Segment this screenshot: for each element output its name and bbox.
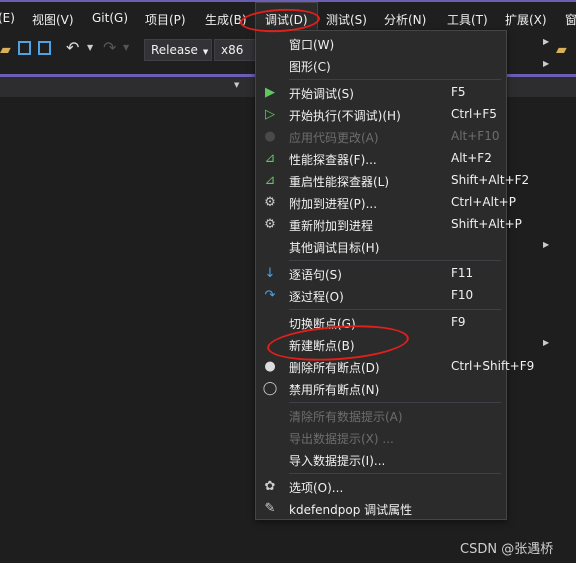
step-into-icon: ↓ bbox=[264, 266, 276, 281]
performance-icon: ⊿ bbox=[264, 151, 276, 166]
menu-item-label: 导入数据提示(I)... bbox=[289, 454, 386, 468]
menu-item-shortcut: Ctrl+Alt+P bbox=[451, 195, 516, 209]
menu-item[interactable]: ⊿ 重启性能探查器(L) Shift+Alt+F2 bbox=[256, 170, 530, 192]
menu-item: 导出数据提示(X) ... bbox=[256, 427, 506, 449]
menu-10[interactable]: 窗 bbox=[565, 11, 576, 28]
redo-dropdown-icon[interactable]: ▼ bbox=[123, 43, 129, 52]
gears-icon: ⚙ bbox=[264, 217, 276, 232]
menu-1[interactable]: 视图(V) bbox=[32, 11, 74, 28]
disable-breakpoints-icon: ◯ bbox=[262, 381, 278, 396]
submenu-arrow-icon: ▶ bbox=[543, 240, 550, 249]
menu-separator bbox=[289, 402, 501, 403]
step-over-icon: ↷ bbox=[264, 288, 276, 303]
menu-item[interactable]: ↓ 逐语句(S) F11 bbox=[256, 263, 506, 285]
menu-item: ● 应用代码更改(A) Alt+F10 bbox=[256, 126, 506, 148]
watermark: CSDN @张遇桥 bbox=[460, 542, 554, 557]
menu-item-shortcut: F10 bbox=[451, 288, 474, 302]
submenu-arrow-icon: ▶ bbox=[543, 37, 550, 46]
find-folder-icon[interactable]: ▰ bbox=[556, 42, 567, 58]
menu-item[interactable]: 图形(C) ▶ bbox=[256, 55, 549, 77]
menu-item[interactable]: 窗口(W) ▶ bbox=[256, 33, 549, 55]
chevron-down-icon[interactable]: ▼ bbox=[234, 81, 239, 89]
menu-item: 清除所有数据提示(A) bbox=[256, 405, 506, 427]
menu-item-shortcut: Shift+Alt+P bbox=[451, 217, 522, 231]
menu-item-label: 导出数据提示(X) ... bbox=[289, 432, 394, 446]
menu-item-label: 逐语句(S) bbox=[289, 268, 342, 282]
menu-item[interactable]: ⚙ 重新附加到进程 Shift+Alt+P bbox=[256, 214, 522, 236]
menu-separator bbox=[289, 260, 501, 261]
menu-item[interactable]: ✿ 选项(O)... bbox=[256, 476, 506, 498]
menu-item-shortcut: F9 bbox=[451, 315, 466, 329]
redo-icon[interactable]: ↷ bbox=[103, 38, 116, 57]
menu-item-label: 删除所有断点(D) bbox=[289, 361, 380, 375]
menu-item-label: 开始执行(不调试)(H) bbox=[289, 109, 401, 123]
menu-item-label: 重新附加到进程 bbox=[289, 219, 374, 233]
menu-item-label: 应用代码更改(A) bbox=[289, 131, 379, 145]
menu-item[interactable]: ↷ 逐过程(O) F10 bbox=[256, 285, 506, 307]
open-icon[interactable]: ▰ bbox=[0, 42, 11, 58]
submenu-arrow-icon: ▶ bbox=[543, 59, 550, 68]
menu-separator bbox=[289, 473, 501, 474]
menu-item-label: 开始调试(S) bbox=[289, 87, 354, 101]
menu-0[interactable]: (E) bbox=[0, 11, 15, 25]
menu-6[interactable]: 测试(S) bbox=[326, 11, 367, 28]
play-icon: ▶ bbox=[265, 85, 275, 100]
save-all-icon[interactable] bbox=[38, 41, 51, 55]
menu-2[interactable]: Git(G) bbox=[92, 11, 128, 25]
menu-3[interactable]: 项目(P) bbox=[145, 11, 186, 28]
menu-item-shortcut: Alt+F2 bbox=[451, 151, 492, 165]
menu-9[interactable]: 扩展(X) bbox=[505, 11, 547, 28]
menu-item[interactable]: 导入数据提示(I)... bbox=[256, 449, 506, 471]
menu-separator bbox=[289, 309, 501, 310]
wrench-icon: ✎ bbox=[264, 501, 276, 516]
undo-icon[interactable]: ↶ bbox=[66, 38, 79, 57]
menu-item-label: 重启性能探查器(L) bbox=[289, 175, 390, 189]
menu-item-label: 逐过程(O) bbox=[289, 290, 344, 304]
menu-item[interactable]: ◯ 禁用所有断点(N) bbox=[256, 378, 506, 400]
debug-menu: 窗口(W) ▶ 图形(C) ▶ ▶ 开始调试(S) F5 ▷ 开始执行(不调试)(H) Ctrl+… bbox=[255, 30, 549, 520]
undo-dropdown-icon[interactable]: ▼ bbox=[87, 43, 93, 52]
gears-icon: ⚙ bbox=[264, 195, 276, 210]
menu-item[interactable]: ⚙ 附加到进程(P)... Ctrl+Alt+P bbox=[256, 192, 516, 214]
chevron-down-icon: ▼ bbox=[202, 48, 209, 56]
gear-icon: ✿ bbox=[264, 479, 276, 494]
menu-item-shortcut: Ctrl+Shift+F9 bbox=[451, 359, 535, 373]
menu-item[interactable]: 其他调试目标(H) ▶ bbox=[256, 236, 549, 258]
play-outline-icon: ▷ bbox=[265, 107, 275, 122]
delete-breakpoints-icon: ● bbox=[264, 359, 276, 374]
menu-7[interactable]: 分析(N) bbox=[384, 11, 426, 28]
menu-item[interactable]: ▶ 开始调试(S) F5 bbox=[256, 82, 506, 104]
menu-item[interactable]: ✎ kdefendpop 调试属性 bbox=[256, 498, 506, 520]
menu-separator bbox=[289, 79, 501, 80]
menu-item-label: 附加到进程(P)... bbox=[289, 197, 378, 211]
menu-item-label: 性能探查器(F)... bbox=[289, 153, 377, 167]
performance-icon: ⊿ bbox=[264, 173, 276, 188]
menu-item-shortcut: F11 bbox=[451, 266, 474, 280]
menu-item-label: 清除所有数据提示(A) bbox=[289, 410, 403, 424]
menu-item-label: kdefendpop 调试属性 bbox=[289, 503, 413, 517]
menu-item-shortcut: F5 bbox=[451, 85, 466, 99]
menu-item-shortcut: Alt+F10 bbox=[451, 129, 500, 143]
menu-item[interactable]: ▷ 开始执行(不调试)(H) Ctrl+F5 bbox=[256, 104, 506, 126]
menu-item-label: 选项(O)... bbox=[289, 481, 344, 495]
platform-dropdown[interactable]: x86 bbox=[214, 39, 259, 61]
menu-8[interactable]: 工具(T) bbox=[447, 11, 488, 28]
save-icon[interactable] bbox=[18, 41, 31, 55]
flame-icon: ● bbox=[264, 129, 276, 144]
menu-item-label: 禁用所有断点(N) bbox=[289, 383, 380, 397]
configuration-dropdown[interactable]: Release ▼ bbox=[144, 39, 212, 61]
menu-item[interactable]: ⊿ 性能探查器(F)... Alt+F2 bbox=[256, 148, 506, 170]
menu-item-label: 窗口(W) bbox=[289, 38, 335, 52]
menu-item-label: 其他调试目标(H) bbox=[289, 241, 380, 255]
menu-item-shortcut: Ctrl+F5 bbox=[451, 107, 497, 121]
menu-item-label: 图形(C) bbox=[289, 60, 331, 74]
menu-item-shortcut: Shift+Alt+F2 bbox=[451, 173, 530, 187]
submenu-arrow-icon: ▶ bbox=[543, 338, 550, 347]
